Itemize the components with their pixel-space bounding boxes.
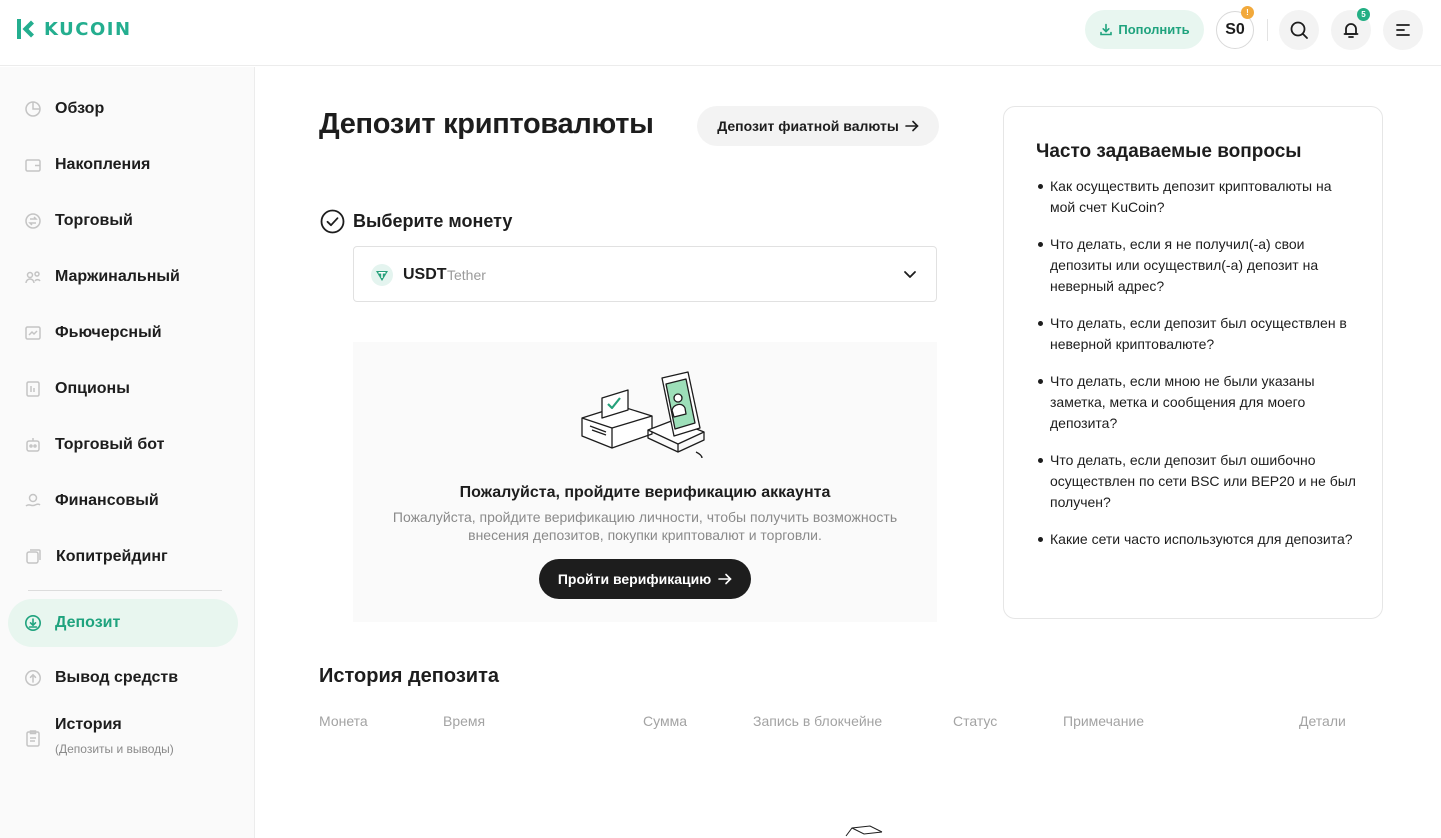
- sidebar-item-options[interactable]: Опционы: [8, 365, 238, 413]
- users-icon: [23, 267, 43, 287]
- sidebar-item-label: Вывод средств: [55, 669, 179, 686]
- sidebar-item-label: Депозит: [55, 614, 121, 631]
- sidebar-item-deposit[interactable]: Депозит: [8, 599, 238, 647]
- withdraw-icon: [23, 668, 43, 688]
- verification-panel: Пожалуйста, пройдите верификацию аккаунт…: [353, 342, 937, 622]
- verification-illustration: [581, 371, 705, 459]
- bell-icon: [1343, 23, 1359, 38]
- faq-item[interactable]: Что делать, если депозит был осуществлен…: [1038, 313, 1356, 355]
- faq-panel: Часто задаваемые вопросы Как осуществить…: [1003, 106, 1383, 619]
- step-select-coin: Выберите монету: [320, 209, 512, 234]
- download-icon: [1100, 23, 1113, 35]
- sidebar-item-margin[interactable]: Маржинальный: [8, 253, 238, 301]
- wallet-icon: [23, 155, 43, 175]
- pie-chart-icon: [23, 99, 43, 119]
- menu-button[interactable]: [1383, 10, 1423, 50]
- sidebar-item-sublabel: (Депозиты и выводы): [55, 742, 174, 756]
- faq-item[interactable]: Что делать, если я не получил(-а) свои д…: [1038, 234, 1356, 297]
- avatar-initials: S0: [1225, 21, 1245, 38]
- sidebar-item-label: Торговый бот: [55, 436, 165, 453]
- faq-item[interactable]: Что делать, если мною не были указаны за…: [1038, 371, 1356, 434]
- empty-state-icon: [845, 825, 883, 837]
- sidebar-item-savings[interactable]: Накопления: [8, 141, 238, 189]
- sidebar-item-label: Обзор: [55, 100, 105, 117]
- search-icon: [1290, 21, 1308, 39]
- clipboard-icon: [23, 728, 43, 748]
- robot-icon: [23, 435, 43, 455]
- history-column-status: Статус: [953, 713, 998, 729]
- history-column-details: Детали: [1299, 713, 1346, 729]
- verification-button-label: Пройти верификацию: [557, 571, 712, 587]
- page-title: Депозит криптовалюты: [319, 108, 654, 140]
- kucoin-logo-icon: [17, 19, 34, 39]
- chevron-down-icon: [904, 271, 916, 278]
- start-verification-button[interactable]: Пройти верификацию: [539, 559, 751, 599]
- finance-icon: [23, 491, 43, 511]
- sidebar-item-trading[interactable]: Торговый: [8, 197, 238, 245]
- verification-description: Пожалуйста, пройдите верификацию личност…: [392, 509, 898, 543]
- history-column-amount: Сумма: [643, 713, 687, 729]
- avatar-badge: !: [1241, 6, 1254, 19]
- header-divider: [1267, 19, 1268, 41]
- history-column-coin: Монета: [319, 713, 368, 729]
- faq-title: Часто задаваемые вопросы: [1036, 141, 1302, 162]
- sidebar-item-label: Опционы: [55, 380, 130, 397]
- arrow-right-icon: [718, 573, 732, 585]
- topup-label: Пополнить: [1118, 22, 1190, 37]
- copytrading-icon: [23, 547, 43, 567]
- sidebar: Обзор Накопления Торговый Маржинальный Ф…: [0, 67, 255, 838]
- history-column-note: Примечание: [1063, 713, 1145, 729]
- step-title: Выберите монету: [353, 211, 513, 231]
- history-column-time: Время: [443, 713, 486, 729]
- sidebar-divider: [28, 590, 222, 591]
- coin-select-dropdown[interactable]: USDT Tether: [353, 246, 937, 302]
- coin-name: Tether: [447, 267, 486, 283]
- sidebar-item-history[interactable]: История (Депозиты и выводы): [8, 710, 238, 762]
- sidebar-item-label: Финансовый: [55, 492, 159, 509]
- sidebar-item-copytrading[interactable]: Копитрейдинг: [8, 533, 238, 581]
- check-circle-icon: [320, 209, 345, 234]
- exchange-icon: [23, 211, 43, 231]
- options-icon: [23, 379, 43, 399]
- top-header: KUCOIN Пополнить S0 ! 5: [0, 0, 1441, 66]
- futures-icon: [23, 323, 43, 343]
- deposit-icon: [23, 613, 43, 633]
- faq-item[interactable]: Какие сети часто используются для депози…: [1038, 529, 1356, 550]
- topup-button[interactable]: Пополнить: [1085, 10, 1204, 49]
- usdt-icon: [371, 264, 393, 286]
- logo-text: KUCOIN: [44, 18, 132, 40]
- kucoin-logo[interactable]: KUCOIN: [14, 17, 132, 41]
- history-column-blockchain-record: Запись в блокчейне: [753, 713, 883, 729]
- sidebar-item-label: Накопления: [55, 156, 151, 173]
- coin-symbol: USDT: [403, 266, 447, 283]
- sidebar-item-withdraw[interactable]: Вывод средств: [8, 654, 238, 702]
- sidebar-item-label: Маржинальный: [55, 268, 180, 285]
- verification-title: Пожалуйста, пройдите верификацию аккаунт…: [459, 484, 831, 501]
- sidebar-item-label: История: [55, 716, 122, 733]
- search-button[interactable]: [1279, 10, 1319, 50]
- fiat-deposit-label: Депозит фиатной валюты: [717, 118, 899, 134]
- sidebar-item-overview[interactable]: Обзор: [8, 85, 238, 133]
- faq-list: Как осуществить депозит криптовалюты на …: [1038, 176, 1356, 566]
- arrow-right-icon: [904, 120, 919, 132]
- sidebar-item-trading-bot[interactable]: Торговый бот: [8, 421, 238, 469]
- notifications-badge: 5: [1357, 8, 1370, 21]
- faq-item[interactable]: Что делать, если депозит был ошибочно ос…: [1038, 450, 1356, 513]
- sidebar-item-label: Фьючерсный: [55, 324, 162, 341]
- deposit-history-title: История депозита: [319, 665, 499, 687]
- sidebar-item-label: Торговый: [55, 212, 133, 229]
- fiat-deposit-button[interactable]: Депозит фиатной валюты: [697, 106, 939, 146]
- sidebar-item-finance[interactable]: Финансовый: [8, 477, 238, 525]
- menu-icon: [1396, 24, 1410, 36]
- sidebar-item-label: Копитрейдинг: [56, 548, 168, 565]
- faq-item[interactable]: Как осуществить депозит криптовалюты на …: [1038, 176, 1356, 218]
- sidebar-item-futures[interactable]: Фьючерсный: [8, 309, 238, 357]
